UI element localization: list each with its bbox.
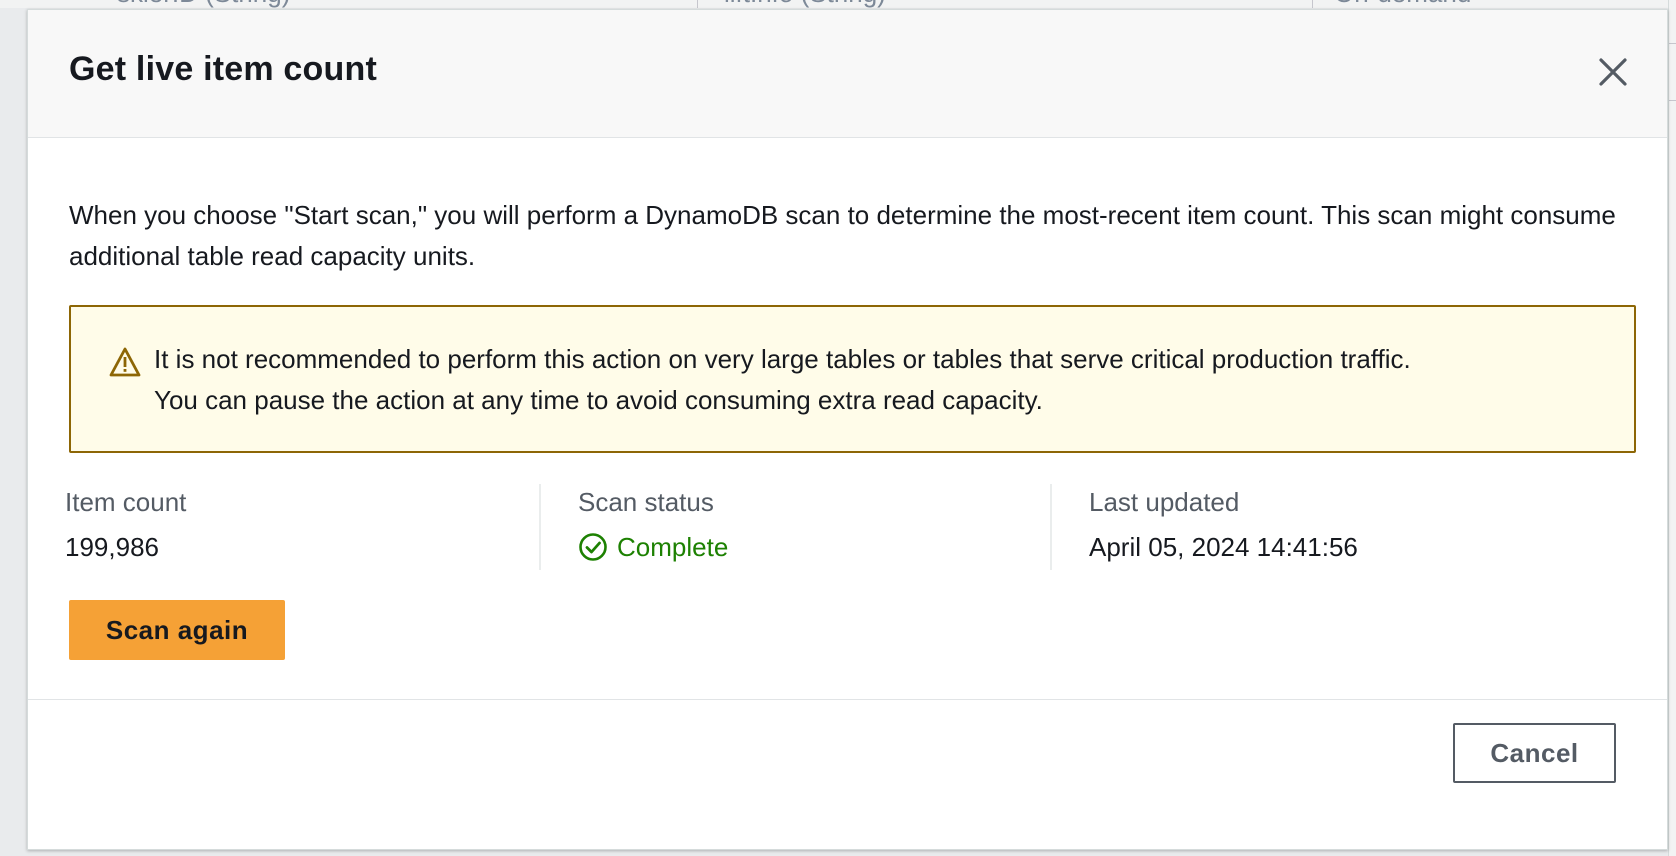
background-panel-edge	[1668, 0, 1676, 856]
live-item-count-modal: Get live item count When you choose "Sta…	[27, 9, 1668, 850]
last-updated-label: Last updated	[1089, 487, 1240, 517]
background-column-header: skierID (String)	[117, 0, 290, 8]
close-button[interactable]	[1597, 56, 1629, 88]
column-divider	[1312, 0, 1313, 8]
scan-again-button[interactable]: Scan again	[69, 600, 285, 660]
modal-footer: Cancel	[28, 699, 1667, 849]
intro-text: When you choose "Start scan," you will p…	[69, 200, 1616, 271]
modal-title: Get live item count	[69, 50, 377, 88]
warning-alert: It is not recommended to perform this ac…	[69, 305, 1636, 453]
item-count-field: Item count 199,986	[65, 486, 186, 572]
background-column-header: On-demand	[1334, 0, 1471, 8]
scan-status-label: Scan status	[578, 487, 714, 517]
item-count-value: 199,986	[65, 532, 159, 562]
warning-line: It is not recommended to perform this ac…	[154, 344, 1411, 374]
modal-header: Get live item count	[28, 10, 1667, 138]
divider	[1669, 100, 1676, 101]
divider	[1669, 43, 1676, 44]
column-divider	[697, 0, 698, 8]
warning-text: It is not recommended to perform this ac…	[154, 339, 1614, 421]
cancel-button[interactable]: Cancel	[1453, 723, 1616, 783]
modal-body: When you choose "Start scan," you will p…	[28, 138, 1667, 698]
last-updated-value: April 05, 2024 14:41:56	[1089, 532, 1358, 562]
scan-status-field: Scan status Complete	[578, 486, 728, 572]
warning-triangle-icon	[109, 347, 141, 377]
last-updated-field: Last updated April 05, 2024 14:41:56	[1089, 486, 1358, 572]
scan-status-value: Complete	[578, 531, 728, 563]
background-table-row: skierID (String) liftInfo (String) On-de…	[0, 0, 1676, 8]
column-divider	[539, 484, 541, 570]
scan-status-text: Complete	[617, 532, 729, 562]
item-count-label: Item count	[65, 487, 187, 517]
background-column-header: liftInfo (String)	[724, 0, 886, 8]
check-circle-icon	[579, 533, 607, 561]
close-icon	[1599, 58, 1627, 86]
column-divider	[1050, 484, 1052, 570]
warning-line: You can pause the action at any time to …	[154, 385, 1043, 415]
